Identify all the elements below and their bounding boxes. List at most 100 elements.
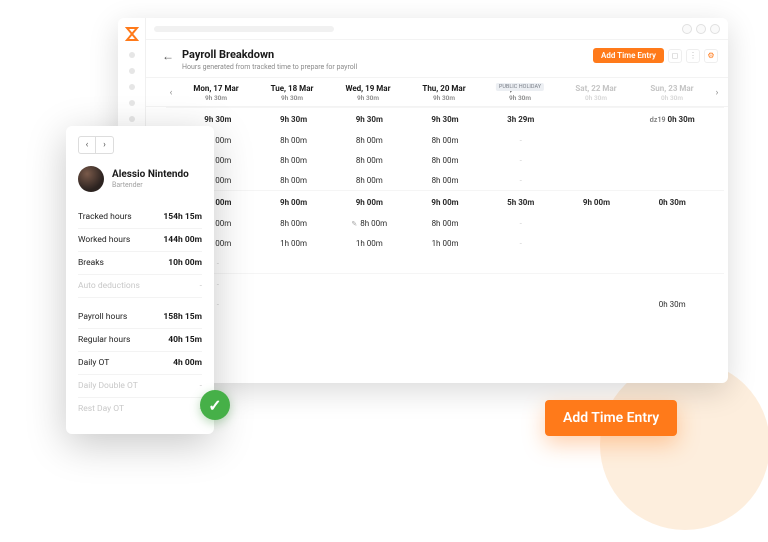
holiday-badge: PUBLIC HOLIDAY — [496, 83, 544, 91]
summary-value: 10h 00m — [168, 258, 202, 268]
day-summary: 0h 30m — [634, 94, 710, 102]
background-blob — [600, 360, 768, 530]
summary-key: Daily OT — [78, 358, 109, 368]
summary-row: Auto deductions- — [78, 275, 202, 298]
grid-cell[interactable]: 8h 00m — [407, 136, 483, 145]
summary-key: Daily Double OT — [78, 381, 138, 391]
summary-key: Payroll hours — [78, 312, 127, 322]
grid-cell[interactable]: 0h 30m — [634, 115, 710, 124]
grid-cell[interactable]: - — [483, 239, 559, 248]
summary-value: 144h 00m — [163, 235, 202, 245]
summary-key: Worked hours — [78, 235, 130, 245]
rail-item[interactable] — [129, 100, 135, 106]
prev-user-button[interactable]: ‹ — [78, 136, 96, 154]
grid-row: - — [166, 253, 724, 273]
day-column[interactable]: Sat, 22 Mar0h 30m — [558, 84, 634, 102]
grid-cell[interactable]: 1h 00m — [331, 239, 407, 248]
grid-cell[interactable]: 9h 00m — [407, 198, 483, 207]
user-role: Bartender — [112, 181, 189, 189]
summary-row: Rest Day OT- — [78, 398, 202, 420]
grid-cell[interactable]: 9h 30m — [180, 115, 256, 124]
day-column[interactable]: Sun, 23 Mar0h 30m — [634, 84, 710, 102]
grid-cell[interactable]: 8h 00m — [331, 156, 407, 165]
search-placeholder[interactable] — [154, 26, 334, 32]
add-time-entry-float-button[interactable]: Add Time Entry — [545, 400, 677, 436]
grid-cell[interactable]: 9h 30m — [407, 115, 483, 124]
day-column[interactable]: PUBLIC HOLIDAYFri, 21 Mar9h 30m — [482, 84, 558, 102]
rail-item[interactable] — [129, 84, 135, 90]
day-column[interactable]: Mon, 17 Mar9h 30m — [178, 84, 254, 102]
grid-cell[interactable]: 3h 29m — [483, 115, 559, 124]
prev-week-icon[interactable]: ‹ — [164, 86, 178, 100]
grid-cell[interactable]: - — [483, 176, 559, 185]
grid-cell[interactable]: - — [483, 219, 559, 228]
next-week-icon[interactable]: › — [710, 86, 724, 100]
grid-cell[interactable]: 8h 00m — [256, 156, 332, 165]
rail-item[interactable] — [129, 116, 135, 122]
day-summary: 9h 30m — [330, 94, 406, 102]
day-column[interactable]: Wed, 19 Mar9h 30m — [330, 84, 406, 102]
day-column[interactable]: Tue, 18 Mar9h 30m — [254, 84, 330, 102]
summary-row: Tracked hours 154h 15m — [78, 206, 202, 229]
grid-cell[interactable]: 8h 00m — [256, 176, 332, 185]
summary-value: 4h 00m — [173, 358, 202, 368]
grid-cell[interactable]: 1h 00m — [407, 239, 483, 248]
grid-cell[interactable]: 8h 00m — [256, 219, 332, 228]
summary-key: Rest Day OT — [78, 404, 124, 414]
summary-value: - — [200, 281, 202, 291]
grid-row: 9h 00m9h 00m9h 00m9h 00m5h 30m9h 00m0h 3… — [166, 191, 724, 213]
grid-cell[interactable]: 8h 00m — [331, 176, 407, 185]
topbar-icon[interactable] — [682, 24, 692, 34]
day-summary: 9h 30m — [482, 94, 558, 102]
app-main: ← Payroll Breakdown Hours generated from… — [146, 18, 728, 383]
summary-value: - — [200, 381, 202, 391]
grid-cell[interactable]: 0h 30m — [634, 300, 710, 309]
grid-cell[interactable]: 9h 30m — [256, 115, 332, 124]
summary-row: Payroll hours158h 15m — [78, 306, 202, 329]
grid-cell[interactable]: 9h 00m — [331, 198, 407, 207]
day-label: Wed, 19 Mar — [330, 84, 406, 93]
summary-value: 154h 15m — [163, 212, 202, 222]
page-title: Payroll Breakdown — [182, 48, 357, 61]
summary-key: Tracked hours — [78, 212, 132, 222]
grid-cell[interactable]: 0h 30m — [634, 198, 710, 207]
grid-row: - — [166, 274, 724, 294]
day-column[interactable]: Thu, 20 Mar9h 30m — [406, 84, 482, 102]
day-summary: 9h 30m — [406, 94, 482, 102]
next-user-button[interactable]: › — [96, 136, 114, 154]
topbar-icon[interactable] — [710, 24, 720, 34]
grid-row: 8h 00m8h 00m8h 00m8h 00m- — [166, 150, 724, 170]
back-arrow-icon[interactable]: ← — [162, 48, 174, 63]
day-summary: 9h 30m — [254, 94, 330, 102]
grid-row: -0h 30m — [166, 294, 724, 314]
topbar-icon[interactable] — [696, 24, 706, 34]
add-time-entry-button[interactable]: Add Time Entry — [593, 48, 664, 63]
grid-cell[interactable]: 8h 00m — [256, 136, 332, 145]
days-header: ‹ Mon, 17 Mar9h 30mTue, 18 Mar9h 30mWed,… — [146, 78, 728, 107]
filter-icon[interactable]: ⋮ — [686, 49, 700, 63]
grid-cell[interactable]: 9h 00m — [256, 198, 332, 207]
check-badge-icon: ✓ — [200, 390, 230, 420]
rail-item[interactable] — [129, 68, 135, 74]
grid-cell[interactable]: 1h 00m — [256, 239, 332, 248]
grid-cell[interactable]: - — [483, 156, 559, 165]
avatar — [78, 166, 104, 192]
grid-cell[interactable]: 9h 00m — [559, 198, 635, 207]
calendar-icon[interactable]: ◻ — [668, 49, 682, 63]
rail-item[interactable] — [129, 52, 135, 58]
grid-row: 8h 00m8h 00m8h 00m8h 00m- — [166, 213, 724, 233]
grid-cell[interactable]: 8h 00m — [331, 136, 407, 145]
grid-cell[interactable]: 8h 00m — [407, 176, 483, 185]
grid-cell[interactable]: 8h 00m — [407, 156, 483, 165]
settings-icon[interactable]: ⚙ — [704, 49, 718, 63]
grid-cell[interactable]: 9h 30m — [331, 115, 407, 124]
user-name: Alessio Nintendo — [112, 169, 189, 180]
grid-cell[interactable]: - — [483, 136, 559, 145]
grid-cell[interactable]: 5h 30m — [483, 198, 559, 207]
summary-row: Breaks10h 00m — [78, 252, 202, 275]
grid-cell[interactable]: 8h 00m — [407, 219, 483, 228]
grid-cell[interactable]: 8h 00m — [331, 219, 407, 228]
grid-row: 8h 00m8h 00m8h 00m8h 00m- — [166, 170, 724, 190]
summary-value: 40h 15m — [168, 335, 202, 345]
day-label: Sun, 23 Mar — [634, 84, 710, 93]
